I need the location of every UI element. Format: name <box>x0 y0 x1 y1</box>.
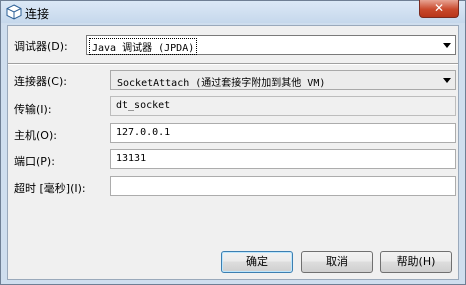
debugger-select[interactable]: Java 调试器 (JPDA) <box>86 35 456 55</box>
close-button[interactable]: ✕ <box>419 0 459 18</box>
host-label: 主机(O): <box>14 129 57 142</box>
section-divider <box>8 63 458 65</box>
netbeans-cube-icon <box>6 4 22 20</box>
title-bar[interactable]: 连接 ✕ <box>1 0 465 23</box>
help-button[interactable]: 帮助(H) <box>380 251 452 273</box>
connector-label: 连接器(C): <box>14 75 67 88</box>
timeout-label: 超时 [毫秒](I): <box>14 182 86 195</box>
connector-select[interactable]: SocketAttach (通过套接字附加到其他 VM) <box>110 70 456 90</box>
ok-button[interactable]: 确定 <box>221 251 293 273</box>
debugger-select-value: Java 调试器 (JPDA) <box>88 38 198 55</box>
host-field[interactable]: 127.0.0.1 <box>110 123 456 143</box>
dialog-content: 调试器(D): Java 调试器 (JPDA) 连接器(C): SocketAt… <box>7 25 459 280</box>
port-label: 端口(P): <box>14 155 55 168</box>
port-field[interactable]: 13131 <box>110 149 456 169</box>
transport-label: 传输(I): <box>14 103 52 116</box>
cancel-button[interactable]: 取消 <box>301 251 373 273</box>
port-value: 13131 <box>116 153 147 164</box>
window-title: 连接 <box>25 7 50 21</box>
timeout-field[interactable] <box>110 176 456 196</box>
close-icon: ✕ <box>433 1 445 15</box>
chevron-down-icon <box>443 78 451 83</box>
transport-value: dt_socket <box>116 100 171 111</box>
connector-select-value: SocketAttach (通过套接字附加到其他 VM) <box>117 78 326 89</box>
dialog-window: 连接 ✕ 调试器(D): Java 调试器 (JPDA) 连接器(C): Soc… <box>0 0 466 285</box>
transport-field: dt_socket <box>110 96 456 116</box>
host-value: 127.0.0.1 <box>116 127 171 138</box>
chevron-down-icon <box>443 43 451 48</box>
debugger-label: 调试器(D): <box>14 40 68 53</box>
